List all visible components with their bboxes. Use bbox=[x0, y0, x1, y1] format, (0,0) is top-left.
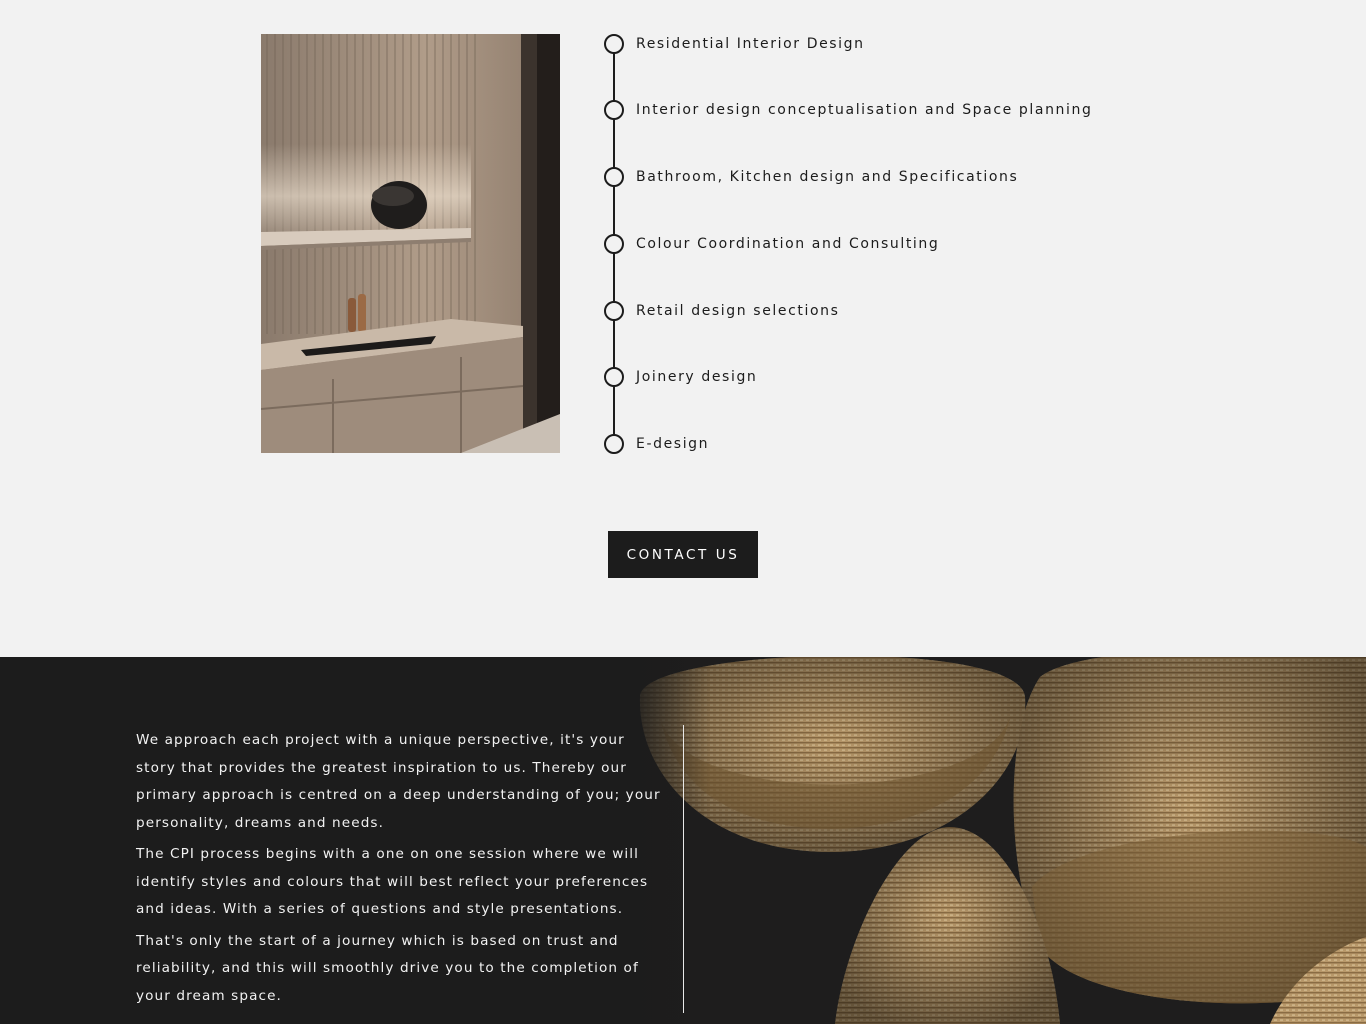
services-timeline: Residential Interior Design Interior des… bbox=[604, 34, 1164, 454]
timeline-circle-icon bbox=[604, 367, 624, 387]
about-text: We approach each project with a unique p… bbox=[136, 727, 666, 1014]
timeline-circle-icon bbox=[604, 234, 624, 254]
service-label: Interior design conceptualisation and Sp… bbox=[636, 102, 1093, 118]
about-paragraph: That's only the start of a journey which… bbox=[136, 932, 639, 1004]
services-section: Residential Interior Design Interior des… bbox=[0, 0, 1366, 657]
about-paragraph: We approach each project with a unique p… bbox=[136, 732, 661, 831]
service-item: Interior design conceptualisation and Sp… bbox=[604, 100, 1092, 120]
timeline-circle-icon bbox=[604, 167, 624, 187]
timeline-circle-icon bbox=[604, 34, 624, 54]
service-item: Joinery design bbox=[604, 367, 757, 387]
timeline-circle-icon bbox=[604, 434, 624, 454]
service-label: Residential Interior Design bbox=[636, 36, 865, 52]
service-label: Bathroom, Kitchen design and Specificati… bbox=[636, 169, 1019, 185]
kitchen-interior-photo bbox=[261, 34, 560, 453]
timeline-circle-icon bbox=[604, 301, 624, 321]
about-paragraph: The CPI process begins with a one on one… bbox=[136, 846, 649, 917]
service-item: Residential Interior Design bbox=[604, 34, 865, 54]
vertical-divider bbox=[683, 725, 684, 1013]
service-item: Retail design selections bbox=[604, 301, 840, 321]
service-label: Retail design selections bbox=[636, 303, 840, 319]
timeline-circle-icon bbox=[604, 100, 624, 120]
service-label: E-design bbox=[636, 436, 710, 452]
service-label: Colour Coordination and Consulting bbox=[636, 236, 940, 252]
service-item: Bathroom, Kitchen design and Specificati… bbox=[604, 167, 1018, 187]
about-section: We approach each project with a unique p… bbox=[0, 657, 1366, 1024]
service-label: Joinery design bbox=[636, 369, 758, 385]
contact-us-button[interactable]: CONTACT US bbox=[608, 531, 758, 578]
service-item: E-design bbox=[604, 434, 709, 454]
service-item: Colour Coordination and Consulting bbox=[604, 234, 939, 254]
woven-baskets-photo bbox=[620, 657, 1366, 1024]
